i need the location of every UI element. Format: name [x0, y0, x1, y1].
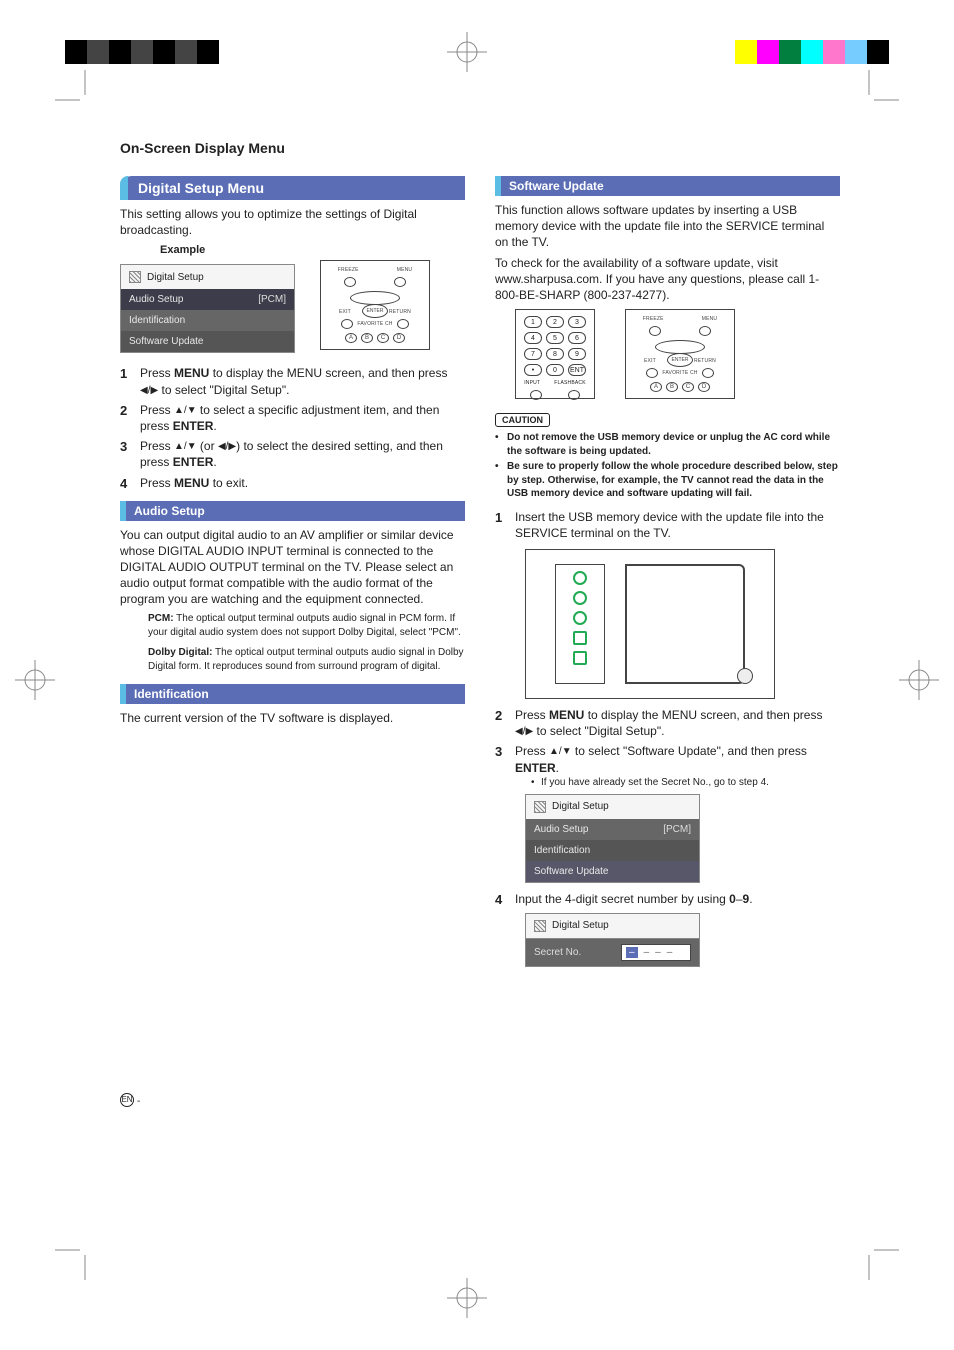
menu-icon: [534, 920, 546, 932]
crop-mark: [859, 70, 899, 110]
menu-title: Digital Setup: [552, 801, 609, 812]
example-menu-box: Digital Setup Audio Setup[PCM] Identific…: [120, 264, 295, 353]
menu-item: Software Update: [534, 866, 609, 877]
right-column: Software Update This function allows sof…: [495, 176, 840, 967]
reg-mark-right: [899, 660, 939, 700]
su-step-4: 4Input the 4-digit secret number by usin…: [495, 891, 840, 907]
menu-item: Audio Setup: [129, 294, 184, 305]
su-p2: To check for the availability of a softw…: [495, 255, 840, 304]
audio-setup-heading: Audio Setup: [120, 501, 465, 521]
reg-mark-top: [447, 32, 487, 72]
identification-heading: Identification: [120, 684, 465, 704]
remote-diagram-2: FREEZEMENU ENTER EXITRETURN FAVORITE CH …: [625, 309, 735, 399]
keypad-diagram: 123 456 789 •0ENT INPUTFLASHBACK: [515, 309, 595, 399]
menu-title: Digital Setup: [147, 272, 204, 283]
example-label: Example: [160, 244, 465, 256]
reg-mark-bottom: [447, 1278, 487, 1318]
su-p1: This function allows software updates by…: [495, 202, 840, 251]
steps-left: 1Press MENU to display the MENU screen, …: [120, 365, 465, 490]
left-column: Digital Setup Menu This setting allows y…: [120, 176, 465, 967]
reg-mark-left: [15, 660, 55, 700]
secret-no-box: Digital Setup Secret No. –– – – ––––: [525, 913, 700, 967]
caution-label: CAUTION: [495, 413, 550, 427]
audio-setup-body: You can output digital audio to an AV am…: [120, 527, 465, 608]
page-title: On-Screen Display Menu: [120, 140, 840, 156]
secret-no-label: Secret No.: [534, 947, 581, 958]
menu-title: Digital Setup: [552, 920, 609, 931]
menu-box-2: Digital Setup Audio Setup[PCM] Identific…: [525, 794, 700, 883]
menu-item: Identification: [129, 315, 185, 326]
software-update-heading: Software Update: [495, 176, 840, 196]
su-steps: 1Insert the USB memory device with the u…: [495, 509, 840, 541]
caution-list: Do not remove the USB memory device or u…: [495, 431, 840, 501]
usb-tv-illustration: [525, 549, 775, 699]
digital-setup-menu-heading: Digital Setup Menu: [120, 176, 465, 200]
crop-mark: [55, 70, 95, 110]
menu-icon: [534, 801, 546, 813]
crop-mark: [859, 1240, 899, 1280]
remote-diagram: FREEZEMENU ENTER EXITRETURN FAVORITE CH …: [320, 260, 430, 350]
su-steps-2: 2Press MENU to display the MENU screen, …: [495, 707, 840, 790]
menu-item: Audio Setup: [534, 824, 589, 835]
page-dash: -: [137, 1096, 140, 1107]
secret-no-input: –– – – ––––: [621, 944, 691, 961]
identification-body: The current version of the TV software i…: [120, 710, 465, 726]
menu-icon: [129, 271, 141, 283]
language-badge: EN: [120, 1093, 134, 1107]
intro-text: This setting allows you to optimize the …: [120, 206, 465, 238]
crop-mark: [55, 1240, 95, 1280]
menu-item: Software Update: [129, 336, 204, 347]
keypad-and-remote-diagram: 123 456 789 •0ENT INPUTFLASHBACK FREEZEM…: [515, 309, 840, 399]
menu-item: Identification: [534, 845, 590, 856]
